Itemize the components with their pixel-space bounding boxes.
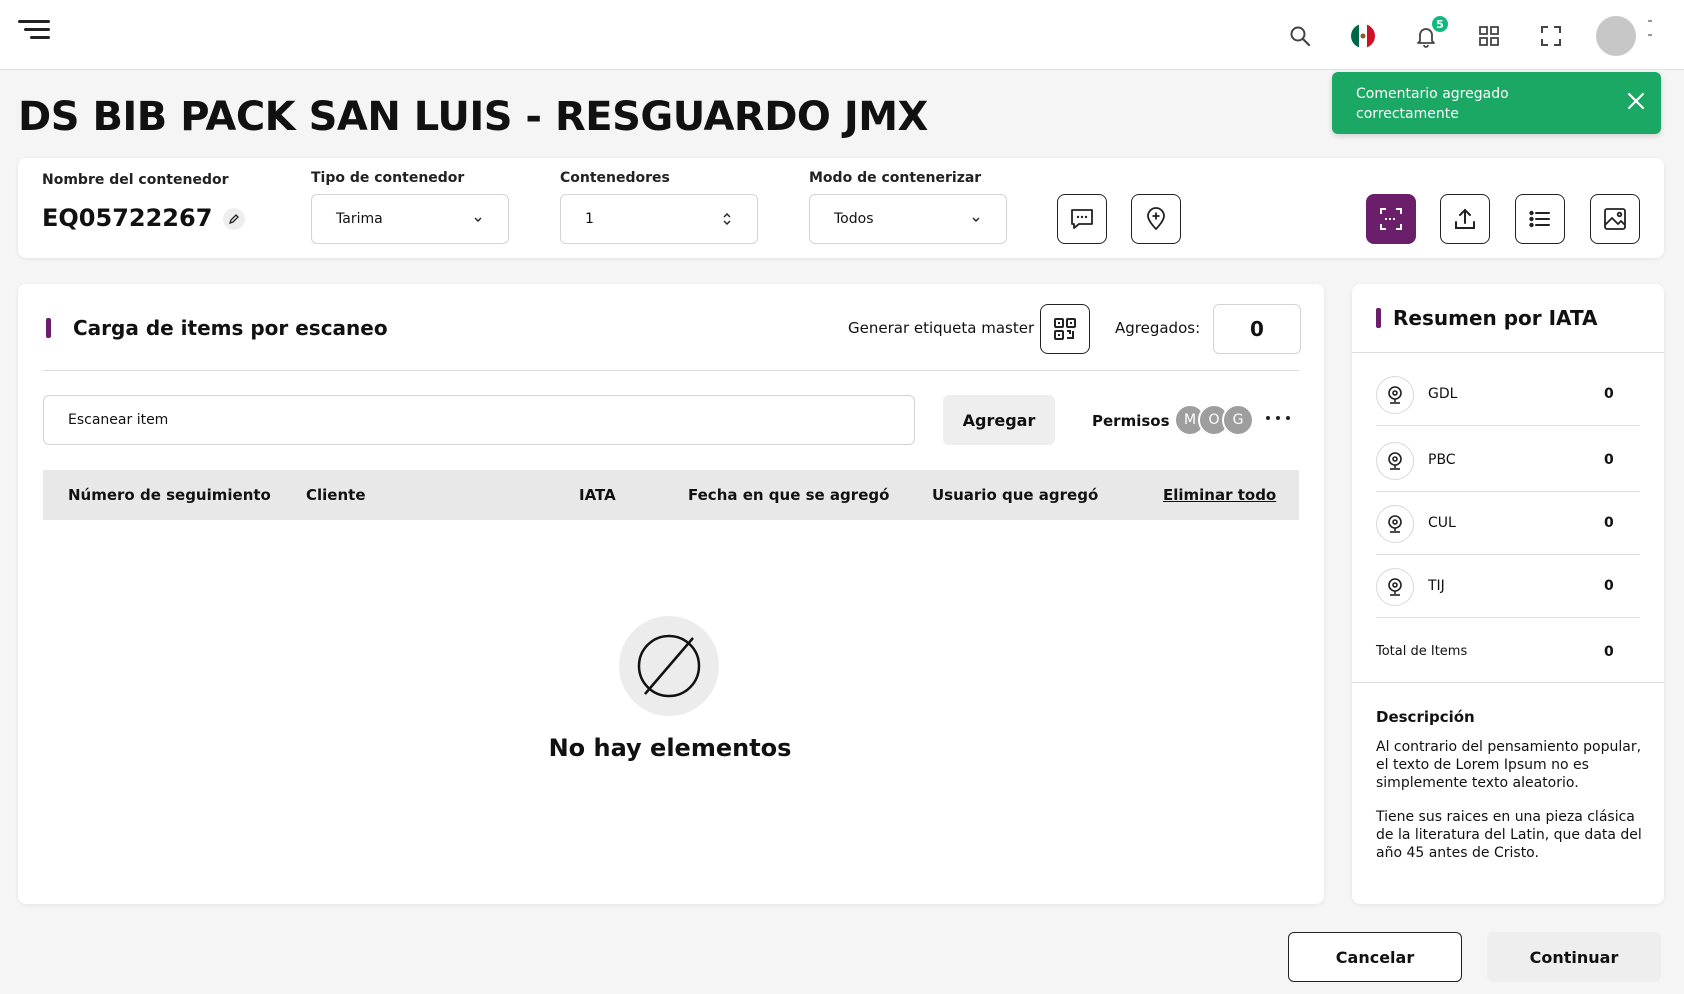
column-client: Cliente [306,486,366,504]
continue-button[interactable]: Continuar [1487,932,1661,982]
list-icon [1529,210,1550,228]
summary-divider [1352,682,1664,683]
container-mode-select[interactable]: Todos [809,194,1007,244]
container-type-label: Tipo de contenedor [311,170,465,186]
iata-count: 0 [1604,386,1614,402]
added-label: Agregados: [1115,319,1201,337]
container-type-select[interactable]: Tarima [311,194,509,244]
upload-icon [1455,208,1475,229]
description-paragraph: Al contrario del pensamiento popular, el… [1376,739,1642,791]
iata-code: PBC [1428,452,1456,468]
containers-count-stepper[interactable]: 1 [560,194,758,244]
container-mode-label: Modo de contenerizar [809,170,982,186]
location-pin-icon [1376,376,1414,414]
containers-count-value: 1 [585,211,594,227]
add-location-button[interactable] [1131,194,1181,244]
user-menu-icon[interactable] [1648,20,1654,50]
cancel-button[interactable]: Cancelar [1288,932,1462,982]
scan-section-title: Carga de items por escaneo [73,316,388,340]
iata-count: 0 [1604,578,1614,594]
bell-icon[interactable]: 5 [1412,14,1450,50]
menu-icon[interactable] [18,18,50,42]
top-bar: 5 [0,0,1684,70]
empty-state-text: No hay elementos [548,734,792,762]
empty-state-illustration [619,616,719,716]
summary-title: Resumen por IATA [1393,306,1598,330]
total-items-label: Total de Items [1376,644,1468,659]
add-button[interactable]: Agregar [943,395,1055,445]
qr-code-icon [1054,318,1076,340]
location-pin-icon [1376,505,1414,543]
search-icon[interactable] [1286,22,1314,50]
section-accent [1376,308,1381,328]
scan-card: Carga de items por escaneo Generar etiqu… [18,284,1324,904]
section-divider [43,370,1299,371]
containers-count-label: Contenedores [560,170,670,186]
section-accent [46,318,51,338]
list-button[interactable] [1515,194,1565,244]
apps-grid-icon[interactable] [1475,22,1503,50]
location-plus-icon [1147,207,1165,231]
fullscreen-icon[interactable] [1537,22,1565,50]
upload-button[interactable] [1440,194,1490,244]
iata-summary-card: Resumen por IATA GDL 0 PBC 0 CUL 0 TIJ 0… [1352,284,1664,904]
stepper-icon[interactable] [721,211,733,227]
scan-button[interactable] [1366,194,1416,244]
master-label-text: Generar etiqueta master [848,319,1035,337]
permission-avatar[interactable]: G [1222,404,1254,436]
iata-code: TIJ [1428,578,1445,594]
chevron-down-icon [972,217,980,222]
location-pin-icon [1376,568,1414,606]
edit-pencil-icon[interactable] [223,208,245,230]
location-pin-icon [1376,442,1414,480]
notification-badge: 5 [1430,14,1450,34]
column-iata: IATA [579,486,616,504]
image-icon [1604,208,1626,230]
more-options-icon[interactable] [1266,416,1290,422]
description-paragraph: Tiene sus raices en una pieza clásica de… [1376,809,1642,861]
scan-item-input[interactable] [43,395,915,445]
scan-frame-icon [1380,208,1402,230]
mexico-flag-icon[interactable] [1349,22,1377,50]
added-count: 0 [1213,304,1301,354]
chevron-down-icon [474,217,482,222]
empty-set-icon [637,634,701,698]
comment-button[interactable] [1057,194,1107,244]
page-title: DS BIB PACK SAN LUIS - RESGUARDO JMX [18,94,928,140]
image-button[interactable] [1590,194,1640,244]
iata-count: 0 [1604,452,1614,468]
column-date-added: Fecha en que se agregó [688,486,890,504]
column-tracking-number: Número de seguimiento [68,486,271,504]
description-title: Descripción [1376,708,1475,726]
delete-all-link[interactable]: Eliminar todo [1163,486,1276,504]
iata-row: CUL 0 [1376,493,1640,555]
container-mode-value: Todos [834,211,874,227]
total-items-value: 0 [1604,644,1614,660]
permissions-label: Permisos [1092,412,1170,430]
column-user-added: Usuario que agregó [932,486,1099,504]
generate-master-label-button[interactable] [1040,304,1090,354]
user-avatar[interactable] [1596,16,1636,56]
table-header: Número de seguimiento Cliente IATA Fecha… [43,470,1299,520]
container-type-value: Tarima [336,211,383,227]
iata-count: 0 [1604,515,1614,531]
container-name-value: EQ05722267 [42,204,213,232]
iata-row: GDL 0 [1376,364,1640,426]
toast-message: Comentario agregado correctamente [1356,86,1509,122]
close-icon[interactable] [1623,88,1649,114]
iata-row: PBC 0 [1376,430,1640,492]
summary-divider [1352,352,1664,353]
iata-row: TIJ 0 [1376,556,1640,618]
success-toast: Comentario agregado correctamente [1332,72,1661,134]
container-card: Nombre del contenedor EQ05722267 Tipo de… [18,158,1664,258]
comment-icon [1071,209,1093,229]
iata-code: CUL [1428,515,1456,531]
container-name-label: Nombre del contenedor [42,172,229,188]
iata-code: GDL [1428,386,1458,402]
